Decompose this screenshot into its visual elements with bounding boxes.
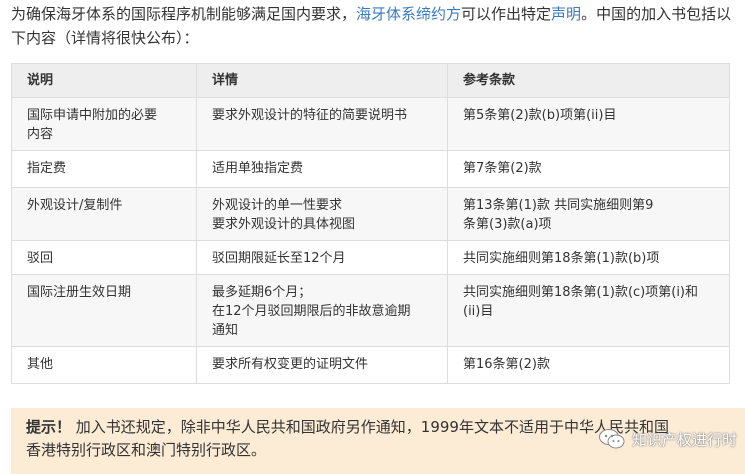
cell-details: 要求外观设计的特征的简要说明书 <box>196 97 448 151</box>
declarations-link[interactable]: 声明 <box>551 5 581 23</box>
header-details: 详情 <box>196 63 448 98</box>
wechat-icon <box>598 429 625 449</box>
cell-reference: 第5条第(2)款(b)项第(ii)目 <box>447 97 730 151</box>
intro-paragraph: 为确保海牙体系的国际程序机制能够满足国内要求，海牙体系缔约方可以作出特定声明。中… <box>11 2 741 50</box>
declarations-table: 说明 详情 参考条款 国际申请中附加的必要 内容 要求外观设计的特征的简要说明书 … <box>11 63 730 384</box>
table-row: 其他 要求所有权变更的证明文件 第16条第(2)款 <box>11 346 730 384</box>
cell-line: 国际注册生效日期 <box>27 285 132 300</box>
cell-details: 最多延期6个月； 在12个月驳回期限后的非故意逾期 通知 <box>196 274 448 347</box>
cell-line: 国际申请中附加的必要 <box>27 108 158 123</box>
cell-line: (ii)目 <box>463 304 494 319</box>
cell-line: 外观设计的单一性要求 <box>212 198 343 213</box>
cell-reference: 共同实施细则第18条第(1)款(b)项 <box>447 240 730 275</box>
cell-line: 适用单独指定费 <box>212 161 304 176</box>
cell-line: 共同实施细则第18条第(1)款(c)项第(i)和 <box>463 285 699 300</box>
table-header-row: 说明 详情 参考条款 <box>11 63 730 98</box>
intro-text-2: 可以作出特定 <box>461 5 552 23</box>
intro-text-1: 为确保海牙体系的国际程序机制能够满足国内要求， <box>11 5 357 23</box>
cell-reference: 共同实施细则第18条第(1)款(c)项第(i)和 (ii)目 <box>447 274 730 347</box>
cell-description: 其他 <box>11 346 197 384</box>
tip-text-1: 加入书还规定，除非中华人民共和国政府另作通知，1999年文本不适用于中华人民共和… <box>75 418 669 436</box>
cell-line: 第7条第(2)款 <box>463 161 542 176</box>
cell-line: 外观设计/复制件 <box>27 198 123 213</box>
cell-line: 第16条第(2)款 <box>463 357 550 372</box>
cell-line: 指定费 <box>27 161 67 176</box>
cell-line: 内容 <box>27 127 54 142</box>
cell-reference: 第16条第(2)款 <box>447 346 730 384</box>
cell-details: 外观设计的单一性要求 要求外观设计的具体视图 <box>196 187 448 241</box>
cell-reference: 第13条第(1)款 共同实施细则第9 条第(3)款(a)项 <box>447 187 730 241</box>
table-row: 国际注册生效日期 最多延期6个月； 在12个月驳回期限后的非故意逾期 通知 共同实施… <box>11 274 730 347</box>
watermark-text: 知识产权进行时 <box>631 430 737 449</box>
header-description: 说明 <box>11 63 197 98</box>
table-row: 国际申请中附加的必要 内容 要求外观设计的特征的简要说明书 第5条第(2)款(b)… <box>11 97 730 151</box>
tip-label: 提示！ <box>26 418 72 436</box>
hague-contracting-parties-link[interactable]: 海牙体系缔约方 <box>356 5 461 23</box>
cell-description: 国际注册生效日期 <box>11 274 197 347</box>
cell-line: 第5条第(2)款(b)项第(ii)目 <box>463 108 617 123</box>
cell-line: 共同实施细则第18条第(1)款(b)项 <box>463 251 660 266</box>
cell-line: 驳回 <box>27 251 54 266</box>
table-row: 驳回 驳回期限延长至12个月 共同实施细则第18条第(1)款(b)项 <box>11 240 730 275</box>
cell-line: 在12个月驳回期限后的非故意逾期 <box>212 304 411 319</box>
page: 为确保海牙体系的国际程序机制能够满足国内要求，海牙体系缔约方可以作出特定声明。中… <box>0 0 745 474</box>
cell-line: 最多延期6个月； <box>212 285 312 300</box>
cell-line: 要求外观设计的特征的简要说明书 <box>212 108 408 123</box>
cell-line: 条第(3)款(a)项 <box>463 217 552 232</box>
declarations-table-wrapper: 说明 详情 参考条款 国际申请中附加的必要 内容 要求外观设计的特征的简要说明书 … <box>11 63 730 384</box>
cell-description: 外观设计/复制件 <box>11 187 197 241</box>
watermark: 知识产权进行时 <box>598 428 737 450</box>
header-reference: 参考条款 <box>447 63 730 98</box>
cell-line: 第13条第(1)款 共同实施细则第9 <box>463 198 654 213</box>
cell-line: 驳回期限延长至12个月 <box>212 251 346 266</box>
cell-description: 国际申请中附加的必要 内容 <box>11 97 197 151</box>
cell-details: 适用单独指定费 <box>196 150 448 188</box>
cell-line: 通知 <box>212 323 239 338</box>
table-row: 指定费 适用单独指定费 第7条第(2)款 <box>11 150 730 188</box>
cell-line: 要求所有权变更的证明文件 <box>212 357 369 372</box>
cell-details: 要求所有权变更的证明文件 <box>196 346 448 384</box>
cell-line: 要求外观设计的具体视图 <box>212 217 356 232</box>
cell-description: 驳回 <box>11 240 197 275</box>
cell-reference: 第7条第(2)款 <box>447 150 730 188</box>
cell-description: 指定费 <box>11 150 197 188</box>
cell-details: 驳回期限延长至12个月 <box>196 240 448 275</box>
cell-line: 其他 <box>27 357 54 372</box>
table-row: 外观设计/复制件 外观设计的单一性要求 要求外观设计的具体视图 第13条第(1)款… <box>11 187 730 241</box>
